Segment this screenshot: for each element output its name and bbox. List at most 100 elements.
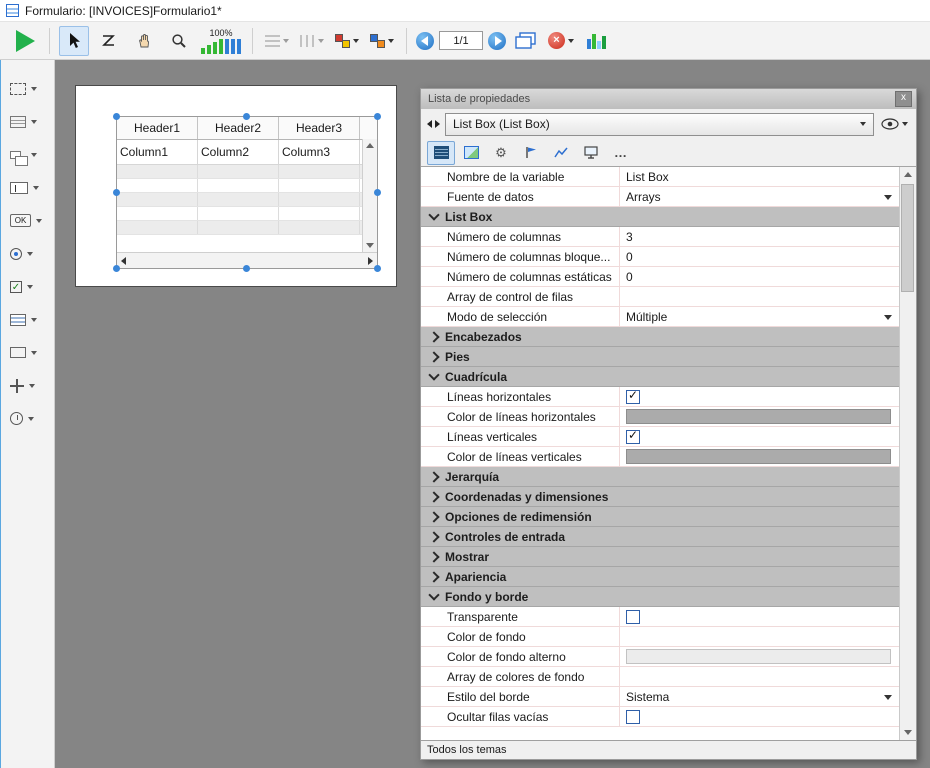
- theme-picture-button[interactable]: [457, 141, 485, 165]
- section-apariencia[interactable]: Apariencia: [421, 567, 899, 587]
- scroll-up-icon[interactable]: [363, 139, 377, 152]
- view-options-button[interactable]: [879, 116, 910, 132]
- oval-tool[interactable]: [8, 406, 50, 431]
- property-value[interactable]: [620, 287, 899, 306]
- marquee-tool-dropdown-icon[interactable]: [31, 87, 37, 91]
- section-coordenadas-y-dimensiones[interactable]: Coordenadas y dimensiones: [421, 487, 899, 507]
- color-swatch[interactable]: [626, 649, 891, 664]
- dropdown-arrow-icon[interactable]: [884, 315, 892, 320]
- listbox-widget[interactable]: Header1Header2Header3 Column1Column2Colu…: [116, 116, 378, 269]
- selection-handle[interactable]: [243, 265, 250, 272]
- selection-handle[interactable]: [374, 265, 381, 272]
- property-value[interactable]: [620, 407, 899, 426]
- listbox-cell[interactable]: Column3: [279, 140, 360, 164]
- theme-display-button[interactable]: [577, 141, 605, 165]
- scroll-left-icon[interactable]: [121, 257, 126, 265]
- section-pies[interactable]: Pies: [421, 347, 899, 367]
- next-page-button[interactable]: [488, 32, 506, 50]
- zoom-bars-icon[interactable]: [201, 38, 241, 54]
- marquee-tool[interactable]: [8, 76, 50, 101]
- property-value[interactable]: 3: [620, 227, 899, 246]
- property-value[interactable]: [620, 647, 899, 666]
- section-fondo-y-borde[interactable]: Fondo y borde: [421, 587, 899, 607]
- input-field-tool[interactable]: [8, 175, 50, 200]
- static-text-tool-dropdown-icon[interactable]: [31, 120, 37, 124]
- input-field-tool-dropdown-icon[interactable]: [33, 186, 39, 190]
- selection-handle[interactable]: [374, 189, 381, 196]
- property-value[interactable]: Múltiple: [620, 307, 899, 326]
- entry-order-tool-button[interactable]: [94, 26, 124, 56]
- splitter-tool[interactable]: [8, 373, 50, 398]
- form-pages-button[interactable]: [511, 26, 541, 56]
- scroll-right-icon[interactable]: [368, 257, 373, 265]
- section-opciones-de-redimensi-n[interactable]: Opciones de redimensión: [421, 507, 899, 527]
- group-box-tool[interactable]: [8, 142, 50, 167]
- property-value[interactable]: 0: [620, 267, 899, 286]
- rectangle-tool-dropdown-icon[interactable]: [31, 351, 37, 355]
- property-value[interactable]: [620, 627, 899, 646]
- list-box-tool-dropdown-icon[interactable]: [31, 318, 37, 322]
- checkbox[interactable]: [626, 430, 640, 444]
- property-value[interactable]: [620, 387, 899, 406]
- listbox-empty-row[interactable]: [117, 207, 362, 221]
- color-swatch[interactable]: [626, 409, 891, 424]
- dropdown-arrow-icon[interactable]: [884, 195, 892, 200]
- scroll-down-icon[interactable]: [900, 725, 915, 740]
- property-value[interactable]: List Box: [620, 167, 899, 186]
- rectangle-tool[interactable]: [8, 340, 50, 365]
- next-object-icon[interactable]: [435, 120, 440, 128]
- section-mostrar[interactable]: Mostrar: [421, 547, 899, 567]
- listbox-empty-row[interactable]: [117, 221, 362, 235]
- stop-button[interactable]: [546, 26, 576, 56]
- property-list-titlebar[interactable]: Lista de propiedades: [421, 89, 916, 109]
- listbox-empty-row[interactable]: [117, 179, 362, 193]
- listbox-empty-row[interactable]: [117, 193, 362, 207]
- distribute-objects-button[interactable]: [297, 26, 327, 56]
- selection-handle[interactable]: [113, 265, 120, 272]
- object-selector-dropdown[interactable]: List Box (List Box): [445, 113, 874, 136]
- property-value[interactable]: [620, 667, 899, 686]
- static-text-tool[interactable]: [8, 109, 50, 134]
- property-value[interactable]: [620, 707, 899, 726]
- previous-object-icon[interactable]: [427, 120, 432, 128]
- selection-handle[interactable]: [243, 113, 250, 120]
- checkbox[interactable]: [626, 610, 640, 624]
- listbox-header-cell[interactable]: Header1: [117, 117, 198, 139]
- section-jerarqu-a[interactable]: Jerarquía: [421, 467, 899, 487]
- move-level-button[interactable]: [332, 26, 362, 56]
- list-box-tool[interactable]: [8, 307, 50, 332]
- previous-page-button[interactable]: [416, 32, 434, 50]
- color-swatch[interactable]: [626, 449, 891, 464]
- selection-handle[interactable]: [374, 113, 381, 120]
- zoom-level-control[interactable]: 100%: [201, 24, 241, 58]
- theme-properties-button[interactable]: [427, 141, 455, 165]
- pointer-tool-button[interactable]: [59, 26, 89, 56]
- listbox-cell[interactable]: Column2: [198, 140, 279, 164]
- scroll-up-icon[interactable]: [900, 167, 915, 182]
- button-tool[interactable]: OK: [8, 208, 50, 233]
- panel-scrollbar[interactable]: [899, 167, 916, 740]
- checkbox-tool[interactable]: [8, 274, 50, 299]
- button-tool-dropdown-icon[interactable]: [36, 219, 42, 223]
- property-value[interactable]: 0: [620, 247, 899, 266]
- theme-events-button[interactable]: [517, 141, 545, 165]
- checkbox-tool-dropdown-icon[interactable]: [27, 285, 33, 289]
- theme-settings-button[interactable]: [487, 141, 515, 165]
- align-objects-button[interactable]: [262, 26, 292, 56]
- close-icon[interactable]: [895, 91, 912, 107]
- section-cuadr-cula[interactable]: Cuadrícula: [421, 367, 899, 387]
- zoom-tool-button[interactable]: [164, 26, 194, 56]
- radio-button-tool-dropdown-icon[interactable]: [27, 252, 33, 256]
- duplicate-objects-button[interactable]: [367, 26, 397, 56]
- listbox-cell[interactable]: Column1: [117, 140, 198, 164]
- property-value[interactable]: [620, 447, 899, 466]
- selection-handle[interactable]: [113, 113, 120, 120]
- radio-button-tool[interactable]: [8, 241, 50, 266]
- more-themes-button[interactable]: [607, 141, 635, 165]
- splitter-tool-dropdown-icon[interactable]: [29, 384, 35, 388]
- property-value[interactable]: [620, 427, 899, 446]
- scrollbar-thumb[interactable]: [901, 184, 914, 292]
- theme-action-button[interactable]: [547, 141, 575, 165]
- hand-tool-button[interactable]: [129, 26, 159, 56]
- listbox-header-cell[interactable]: Header2: [198, 117, 279, 139]
